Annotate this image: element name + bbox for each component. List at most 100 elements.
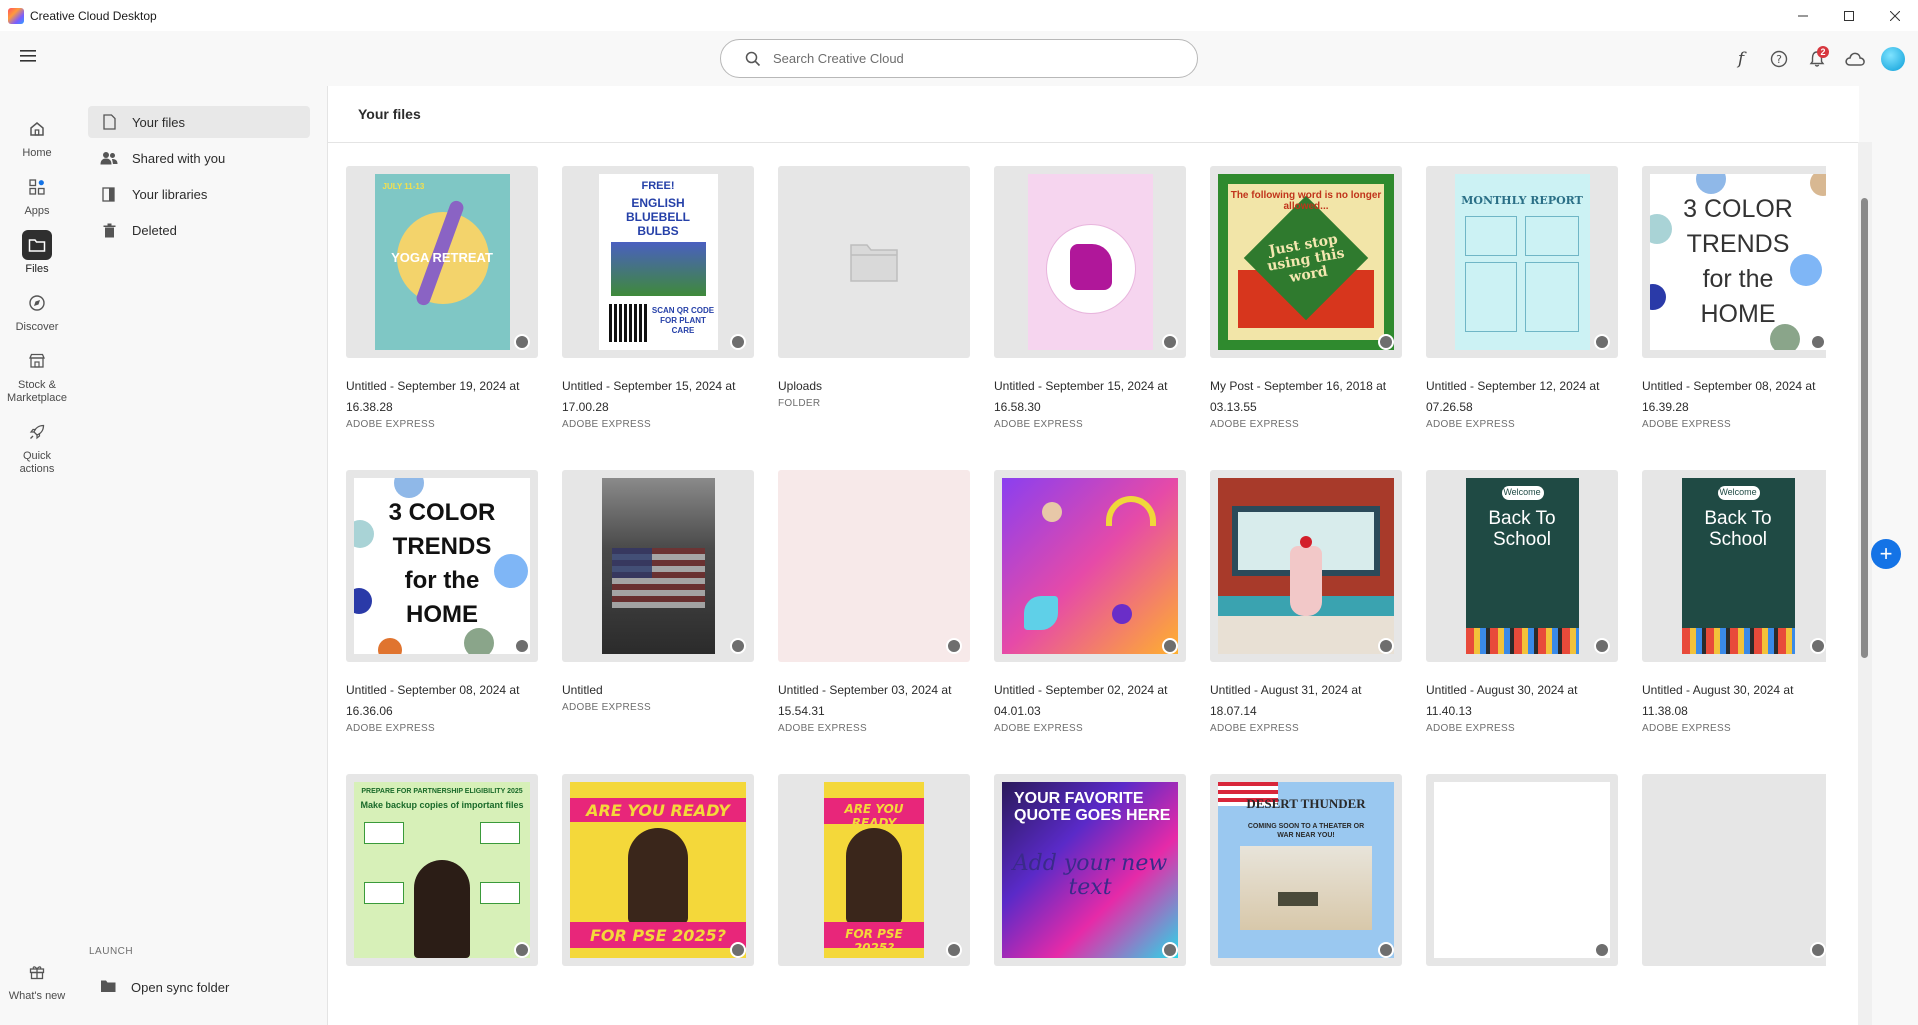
rail-item-apps[interactable]: Apps [0,172,74,218]
storefront-icon [22,346,52,376]
ready-pse-image: ARE YOU READY FOR PSE 2025? [824,782,924,958]
top-header: f ? 2 [0,31,1918,86]
subnav-label-deleted: Deleted [132,222,177,238]
cloud-status-icon [730,638,746,654]
file-thumbnail[interactable]: PREPARE FOR PARTNERSHIP ELIGIBILITY 2025… [346,774,538,966]
subnav-item-shared[interactable]: Shared with you [88,142,310,174]
main-panel: Your files JULY 11-13 YOGA RETREAT Untit… [327,86,1872,1025]
file-thumbnail[interactable] [562,470,754,662]
file-name: Untitled - August 30, 2024 at 11.40.13 [1426,683,1578,718]
file-type: FOLDER [778,398,821,409]
create-new-button[interactable]: + [1871,539,1901,569]
cloud-status-icon [946,638,962,654]
files-grid: JULY 11-13 YOGA RETREAT Untitled - Septe… [346,166,1826,976]
rail-item-discover[interactable]: Discover [0,288,74,334]
cloud-status-icon [1378,638,1394,654]
file-thumbnail[interactable] [1210,470,1402,662]
hamburger-icon [20,50,36,62]
subnav-label-shared: Shared with you [132,150,226,166]
cloud-status-icon [1810,334,1826,350]
rail-item-quick-actions[interactable]: Quick actions [0,417,74,476]
search-icon [745,51,761,66]
cloud-status-icon [1810,942,1826,958]
barn-flag-image [601,478,715,654]
subnav-label-libraries: Your libraries [132,186,208,202]
rocket-icon [22,417,52,447]
cloud-sync-button[interactable] [1836,40,1874,78]
menu-toggle-button[interactable] [20,49,36,65]
rail-label-stock: Stock & Marketplace [7,379,67,404]
help-icon: ? [1770,50,1788,67]
scrollbar[interactable] [1858,142,1872,1025]
file-type: ADOBE EXPRESS [346,419,435,430]
sync-folder-icon [100,979,117,996]
file-thumbnail[interactable]: The following word is no longer allowed.… [1210,166,1402,358]
maximize-button[interactable] [1826,0,1872,31]
close-icon [1890,10,1900,21]
cloud-icon [1845,52,1865,66]
search-bar[interactable] [720,39,1198,78]
file-thumbnail[interactable] [778,470,970,662]
subnav-item-libraries[interactable]: Your libraries [88,178,310,210]
cloud-status-icon [946,942,962,958]
cloud-status-icon [1378,942,1394,958]
rainbow-butterfly-image [1002,478,1178,654]
folder-icon [850,244,898,282]
file-thumbnail[interactable]: 3 COLOR TRENDS for the HOME [346,470,538,662]
scrollbar-thumb[interactable] [1861,198,1868,658]
cloud-status-icon [1162,334,1178,350]
header-actions: f ? 2 [1722,31,1918,86]
page-title: Your files [358,106,421,122]
file-thumbnail[interactable]: 3 COLOR TRENDS for the HOME [1642,166,1826,358]
rail-item-whats-new[interactable]: What's new [0,957,74,1003]
people-icon [100,151,118,165]
file-type: ADOBE EXPRESS [778,723,867,734]
file-thumbnail[interactable]: MONTHLY REPORT [1426,166,1618,358]
help-button[interactable]: ? [1760,40,1798,78]
file-thumbnail[interactable] [994,470,1186,662]
subnav-item-deleted[interactable]: Deleted [88,214,310,246]
quote-image: YOUR FAVORITE QUOTE GOES HERE Add your n… [1002,782,1178,958]
rail-item-files[interactable]: Files [0,230,74,276]
desert-thunder-image: DESERT THUNDER COMING SOON TO A THEATER … [1218,782,1394,958]
rail-item-home[interactable]: Home [0,114,74,160]
file-thumbnail[interactable]: Welcome Back To School [1642,470,1826,662]
notifications-button[interactable]: 2 [1798,40,1836,78]
open-sync-folder-link[interactable]: Open sync folder [88,974,229,1000]
thumbs-up-image [1027,174,1153,350]
file-name: Untitled - September 08, 2024 at 16.36.0… [346,683,520,718]
window-title: Creative Cloud Desktop [30,8,157,23]
cloud-status-icon [730,334,746,350]
file-thumbnail[interactable] [994,166,1186,358]
library-icon [100,186,118,202]
close-window-button[interactable] [1872,0,1918,31]
minimize-button[interactable] [1780,0,1826,31]
account-button[interactable] [1874,40,1912,78]
maximize-icon [1844,10,1854,21]
blank-document-image [1434,782,1610,958]
back-to-school-image: Welcome Back To School [1681,478,1795,654]
file-type: ADOBE EXPRESS [994,723,1083,734]
file-thumbnail[interactable]: YOUR FAVORITE QUOTE GOES HERE Add your n… [994,774,1186,966]
file-thumbnail[interactable]: DESERT THUNDER COMING SOON TO A THEATER … [1210,774,1402,966]
rail-item-stock[interactable]: Stock & Marketplace [0,346,74,405]
file-thumbnail[interactable] [1426,774,1618,966]
file-type: ADOBE EXPRESS [1426,419,1515,430]
file-name: Untitled - September 02, 2024 at 04.01.0… [994,683,1168,718]
file-thumbnail[interactable] [1642,774,1826,966]
folder-thumbnail[interactable] [778,166,970,358]
notification-badge: 2 [1817,45,1829,58]
file-thumbnail[interactable]: Welcome Back To School [1426,470,1618,662]
rail-label-quick-actions: Quick actions [19,450,55,475]
file-thumbnail[interactable]: ARE YOU READY FOR PSE 2025? [778,774,970,966]
file-thumbnail[interactable]: JULY 11-13 YOGA RETREAT [346,166,538,358]
rail-label-home: Home [22,147,52,159]
file-thumbnail[interactable]: ARE YOU READY FOR PSE 2025? [562,774,754,966]
subnav-item-your-files[interactable]: Your files [88,106,310,138]
file-type: ADOBE EXPRESS [562,419,651,430]
fonts-button[interactable]: f [1722,40,1760,78]
search-input[interactable] [773,51,1153,66]
fonts-icon: f [1737,48,1745,69]
file-thumbnail[interactable]: FREE! ENGLISH BLUEBELL BULBS SCAN QR COD… [562,166,754,358]
folder-name: Uploads [778,379,823,393]
